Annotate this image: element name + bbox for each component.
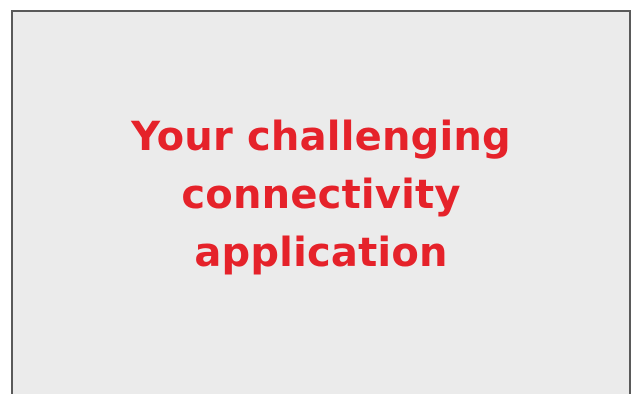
headline-line-3: application (194, 230, 448, 276)
headline-line-2: connectivity (181, 172, 461, 218)
headline-line-1: Your challenging (131, 114, 511, 160)
content-panel: Your challenging connectivity applicatio… (11, 10, 631, 394)
headline: Your challenging connectivity applicatio… (13, 108, 629, 282)
